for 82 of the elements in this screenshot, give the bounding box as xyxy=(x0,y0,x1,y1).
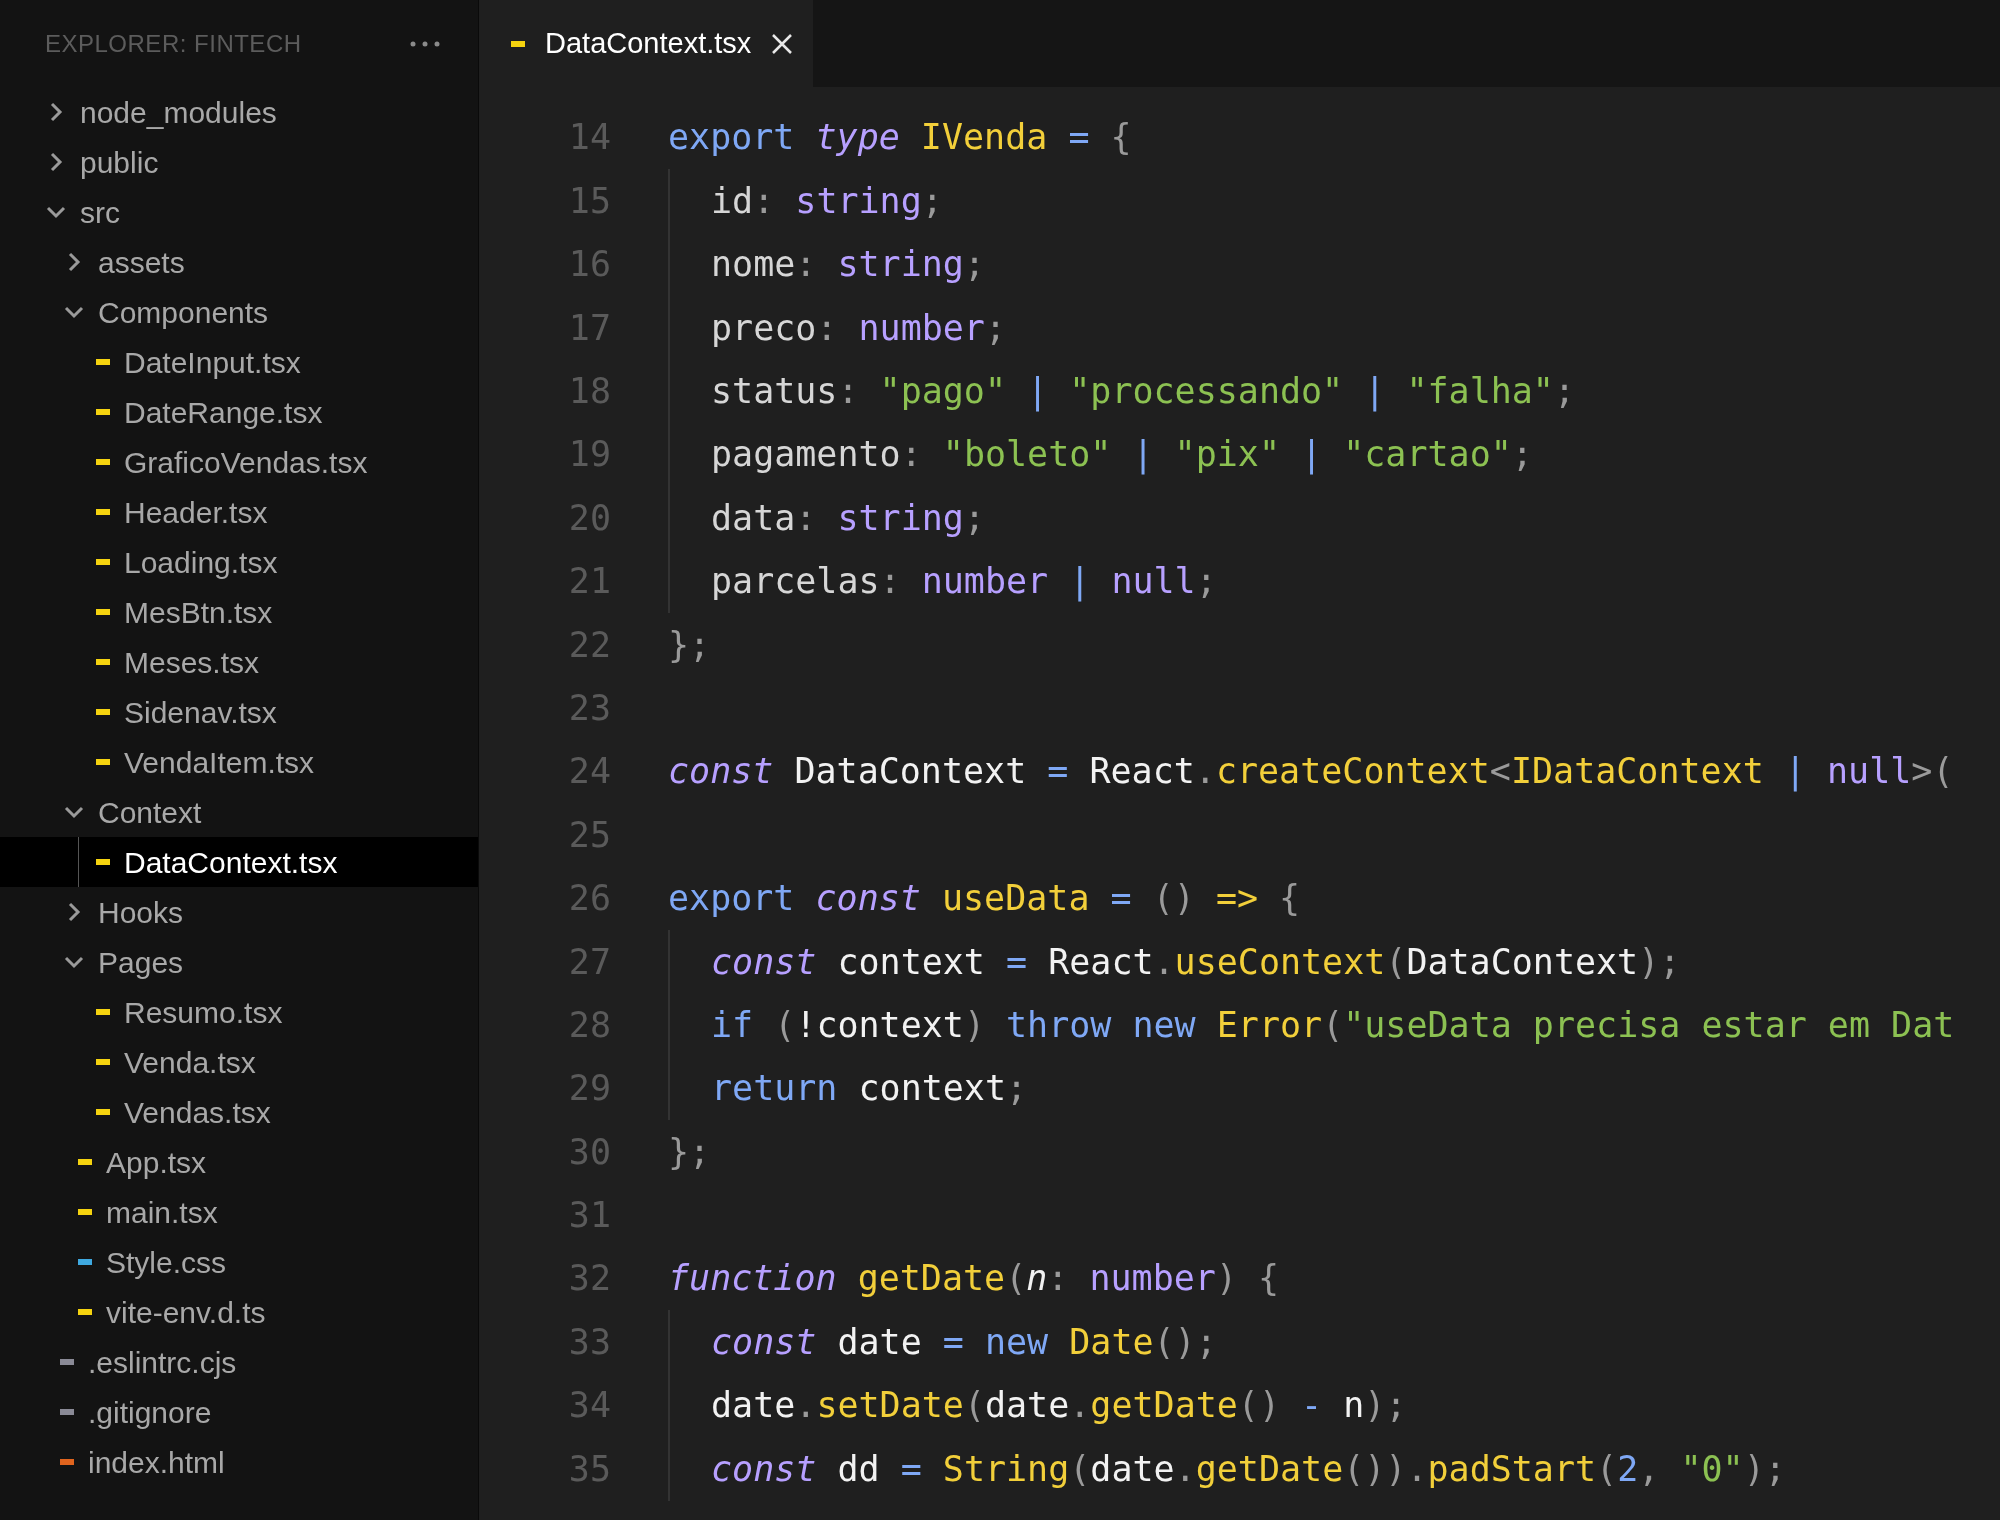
file-item[interactable]: .eslintrc.cjs xyxy=(0,1337,478,1387)
chevron-down-icon xyxy=(64,305,84,319)
folder-item[interactable]: Pages xyxy=(0,937,478,987)
file-item[interactable]: Sidenav.tsx xyxy=(0,687,478,737)
file-item[interactable]: main.tsx xyxy=(0,1187,478,1237)
file-item[interactable]: Venda.tsx xyxy=(0,1037,478,1087)
line-number: 16 xyxy=(567,243,611,287)
line-number: 26 xyxy=(567,877,611,921)
file-item[interactable]: index.html xyxy=(0,1437,478,1487)
file-item[interactable]: DateInput.tsx xyxy=(0,337,478,387)
line-number: 31 xyxy=(567,1194,611,1238)
code-line: data: string; xyxy=(711,496,985,540)
line-number: 33 xyxy=(567,1320,611,1364)
folder-item[interactable]: Context xyxy=(0,787,478,837)
line-number: 29 xyxy=(567,1067,611,1111)
line-number: 15 xyxy=(567,179,611,223)
code-line: if (!context) throw new Error("useData precisa estar em Dat xyxy=(711,1003,1955,1047)
line-number: 23 xyxy=(567,686,611,730)
code-line: const DataContext = React.createContext<IDataContext | null>( xyxy=(668,750,1954,794)
close-icon[interactable] xyxy=(771,32,794,55)
code-line: preco: number; xyxy=(711,306,1007,350)
folder-item[interactable]: node_modules xyxy=(0,87,478,137)
folder-item[interactable]: Components xyxy=(0,287,478,337)
code-line: status: "pago" | "processando" | "falha"; xyxy=(711,370,1575,414)
line-number: 28 xyxy=(567,1003,611,1047)
editor-tab[interactable]: DataContext.tsx xyxy=(479,0,814,87)
line-number: 34 xyxy=(567,1384,611,1428)
code-line: parcelas: number | null; xyxy=(711,560,1217,604)
line-number: 32 xyxy=(567,1257,611,1301)
code-line: }; xyxy=(668,1130,711,1174)
line-number: 30 xyxy=(567,1130,611,1174)
chevron-down-icon xyxy=(64,955,84,969)
folder-item[interactable]: src xyxy=(0,187,478,237)
file-item[interactable]: .gitignore xyxy=(0,1387,478,1437)
code-line: const date = new Date(); xyxy=(711,1320,1217,1364)
code-line: date.setDate(date.getDate() - n); xyxy=(711,1384,1407,1428)
code-line: const dd = String(date.getDate()).padStart(2, "0"); xyxy=(711,1447,1786,1491)
code-line: return context; xyxy=(711,1067,1028,1111)
tab-label: DataContext.tsx xyxy=(545,25,752,61)
code-line: export type IVenda = { xyxy=(668,116,1132,160)
file-item[interactable]: Meses.tsx xyxy=(0,637,478,687)
code-line: nome: string; xyxy=(711,243,985,287)
chevron-right-icon xyxy=(49,152,63,172)
file-item[interactable]: DataContext.tsx xyxy=(0,837,478,887)
chevron-right-icon xyxy=(67,902,81,922)
line-number: 18 xyxy=(567,370,611,413)
folder-item[interactable]: Hooks xyxy=(0,887,478,937)
code-line: }; xyxy=(668,623,711,667)
more-icon[interactable] xyxy=(410,40,440,47)
chevron-down-icon xyxy=(46,205,66,219)
line-number: 20 xyxy=(567,496,611,540)
file-item[interactable]: App.tsx xyxy=(0,1137,478,1187)
file-item[interactable]: Vendas.tsx xyxy=(0,1087,478,1137)
code-line: function getDate(n: number) { xyxy=(668,1257,1280,1301)
file-item[interactable]: Header.tsx xyxy=(0,487,478,537)
line-number: 27 xyxy=(567,940,611,984)
code-line: id: string; xyxy=(711,179,943,223)
folder-item[interactable]: assets xyxy=(0,237,478,287)
chevron-down-icon xyxy=(64,805,84,819)
file-item[interactable]: MesBtn.tsx xyxy=(0,587,478,637)
chevron-right-icon xyxy=(67,252,81,272)
line-number: 22 xyxy=(567,623,611,667)
folder-item[interactable]: public xyxy=(0,137,478,187)
line-number: 25 xyxy=(567,813,611,857)
file-item[interactable]: VendaItem.tsx xyxy=(0,737,478,787)
explorer-title: EXPLORER: FINTECH xyxy=(45,28,302,59)
line-number: 24 xyxy=(567,750,611,794)
file-item[interactable]: Style.css xyxy=(0,1237,478,1287)
file-item[interactable]: Resumo.tsx xyxy=(0,987,478,1037)
line-number: 35 xyxy=(567,1447,611,1491)
file-item[interactable]: GraficoVendas.tsx xyxy=(0,437,478,487)
code-line: export const useData = () => { xyxy=(668,877,1301,921)
line-number: 21 xyxy=(567,560,611,604)
code-line: const context = React.useContext(DataContext); xyxy=(711,940,1681,984)
line-number: 14 xyxy=(567,116,611,160)
file-item[interactable]: vite-env.d.ts xyxy=(0,1287,478,1337)
chevron-right-icon xyxy=(49,102,63,122)
code-line: pagamento: "boleto" | "pix" | "cartao"; xyxy=(711,433,1533,477)
file-item[interactable]: Loading.tsx xyxy=(0,537,478,587)
line-number: 19 xyxy=(567,433,611,477)
file-item[interactable]: DateRange.tsx xyxy=(0,387,478,437)
line-number: 17 xyxy=(567,306,611,350)
